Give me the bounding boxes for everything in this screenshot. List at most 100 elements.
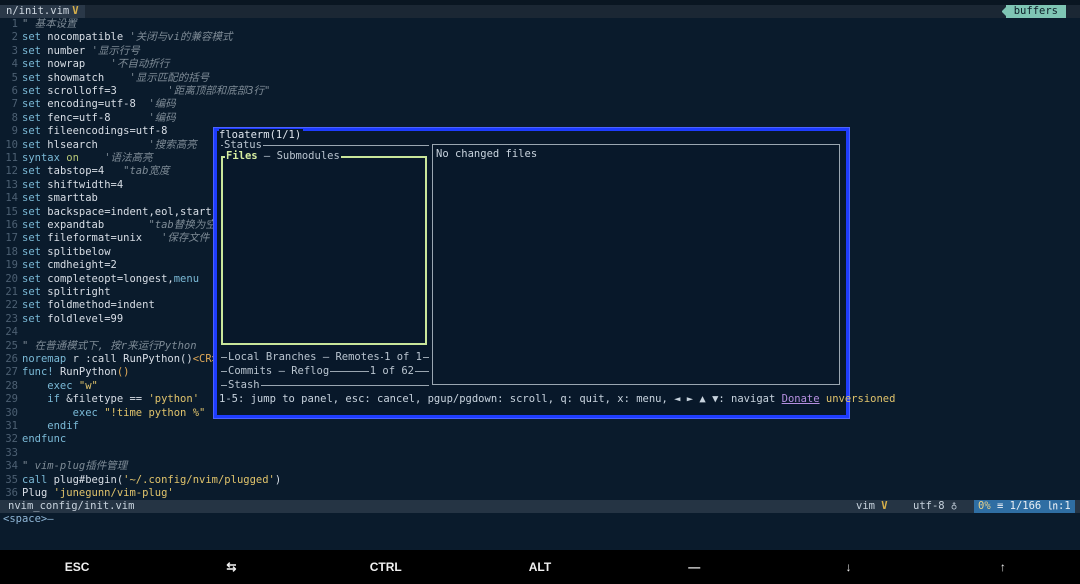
status-panel[interactable]: Status [221,139,429,151]
up-arrow-key[interactable]: ↑ [926,550,1080,584]
status-position: 0% ≡ 1/166 ㏑:1 [974,500,1075,513]
donate-link[interactable]: Donate [782,393,820,405]
status-mode-label: vim [856,500,875,512]
code-line[interactable]: 4 set nowrap '不自动折行 [0,58,1080,71]
tab-file-label: n/init.vim [6,5,70,17]
tabline: n/init.vim V buffers [0,5,1080,18]
code-token: 'junegunn/vim-plug' [53,487,174,499]
code-token: nowrap [47,58,111,71]
code-token: '关闭与vi的兼容模式 [129,31,233,44]
esc-key[interactable]: ESC [0,550,154,584]
code-token: set [22,299,48,312]
commits-panel[interactable]: Commits – Reflog 1 of 62 [221,365,429,377]
code-token: fileformat=unix [47,232,162,245]
code-token: " 基本设置 [22,18,77,30]
line-number: 34 [5,460,18,473]
code-token: " vim-plug插件管理 [22,460,128,473]
main-panel[interactable]: No changed files [432,144,840,385]
code-token: endif [22,420,79,432]
line-number: 6 [11,85,18,97]
code-token: '保存文件 [161,232,210,245]
code-line[interactable]: 6 set scrolloff=3 '距离顶部和底部3行" [0,85,1080,98]
code-token: () [116,366,130,379]
statusline: nvim_config/init.vim vim V utf-8 ♁ 0% ≡ … [0,500,1080,513]
code-token: set [22,205,48,218]
code-token: showmatch [47,71,130,84]
line-number: 20 [5,272,18,285]
code-token: "tab宽度 [123,165,170,178]
line-number: 8 [11,111,18,124]
code-token: set [22,138,48,151]
code-line[interactable]: 33 [0,447,1080,460]
line-number: 14 [5,192,18,205]
main-panel-text: No changed files [436,148,538,160]
code-token: shiftwidth=4 [47,178,124,191]
code-line[interactable]: 8 set fenc=utf-8 '编码 [0,112,1080,125]
tab-key[interactable]: ⇆ [154,550,308,584]
status-file-path: nvim_config/init.vim [8,500,135,512]
ctrl-key[interactable]: CTRL [309,550,463,584]
code-line[interactable]: 1 " 基本设置 [0,18,1080,31]
code-token: '搜索高亮 [148,138,197,151]
line-number: 11 [5,152,18,164]
line-number: 2 [11,31,18,44]
code-token: set [22,44,48,57]
line-number: 12 [5,165,18,178]
line-number: 17 [5,232,18,245]
alt-key[interactable]: ALT [463,550,617,584]
code-token: r :call RunPython() [72,353,193,365]
stash-panel-title: Stash [227,379,261,391]
code-token: fileencodings=utf-8 [47,125,168,138]
options-text: 1-5: jump to panel, esc: cancel, pgup/pg… [219,393,782,405]
floaterm-window[interactable]: floaterm(1/1) Status Files – Submodules … [213,127,895,419]
code-token: foldlevel=99 [47,312,124,325]
dash-key[interactable]: — [617,550,771,584]
code-line[interactable]: 32 endfunc [0,433,1080,446]
stash-panel[interactable]: Stash [221,379,429,391]
line-number: 35 [5,473,18,486]
line-number: 18 [5,245,18,258]
code-token: on [66,152,79,164]
code-token: exec [22,379,79,392]
commits-panel-title[interactable]: Commits – Reflog [227,365,331,377]
line-number: 21 [5,286,18,298]
line-number: 4 [11,58,18,71]
code-token: set [22,125,48,138]
commits-count: 1 of 62 [368,365,415,377]
code-token: completeopt=longest, [47,272,174,285]
code-token: '语法高亮 [104,152,153,164]
branches-panel-title[interactable]: Local Branches – Remotes [227,351,381,363]
code-line[interactable]: 2 set nocompatible '关闭与vi的兼容模式 [0,31,1080,44]
buffers-label[interactable]: buffers [1005,5,1066,18]
code-token: number [47,44,92,57]
code-token: splitbelow [47,245,111,258]
line-number: 9 [11,125,18,138]
submodules-tab[interactable]: – Submodules [258,150,340,162]
command-line[interactable]: <space>– [3,513,54,525]
line-number: 1 [11,18,18,30]
vim-mark-icon: V [881,500,888,512]
status-encoding: utf-8 ♁ [913,500,958,512]
files-tab[interactable]: Files [226,150,258,162]
code-line[interactable]: 31 endif [0,420,1080,433]
code-token: '编码 [148,111,176,124]
code-line[interactable]: 3 set number '显示行号 [0,45,1080,58]
code-token: " 在普通模式下, 按r来运行Python [22,339,197,352]
code-token: '显示匹配的括号 [129,71,210,84]
files-panel[interactable]: Files – Submodules [221,150,427,345]
code-token: '编码 [148,98,176,111]
code-token: set [22,85,48,97]
code-token: smarttab [47,192,98,205]
branches-panel[interactable]: Local Branches – Remotes 1 of 1 [221,351,429,363]
down-arrow-key[interactable]: ↓ [771,550,925,584]
code-line[interactable]: 34 " vim-plug插件管理 [0,460,1080,473]
options-bar: 1-5: jump to panel, esc: cancel, pgup/pg… [219,393,895,405]
code-token: RunPython [59,366,117,379]
extra-keys-bar: ESC ⇆ CTRL ALT — ↓ ↑ [0,550,1080,584]
code-line[interactable]: 7 set encoding=utf-8 '编码 [0,98,1080,111]
code-line[interactable]: 36 Plug 'junegunn/vim-plug' [0,487,1080,500]
code-token: plug#begin( [53,473,124,486]
code-line[interactable]: 35 call plug#begin('~/.config/nvim/plugge… [0,474,1080,487]
code-line[interactable]: 5 set showmatch '显示匹配的括号 [0,72,1080,85]
tab-init-vim[interactable]: n/init.vim V [0,5,85,18]
